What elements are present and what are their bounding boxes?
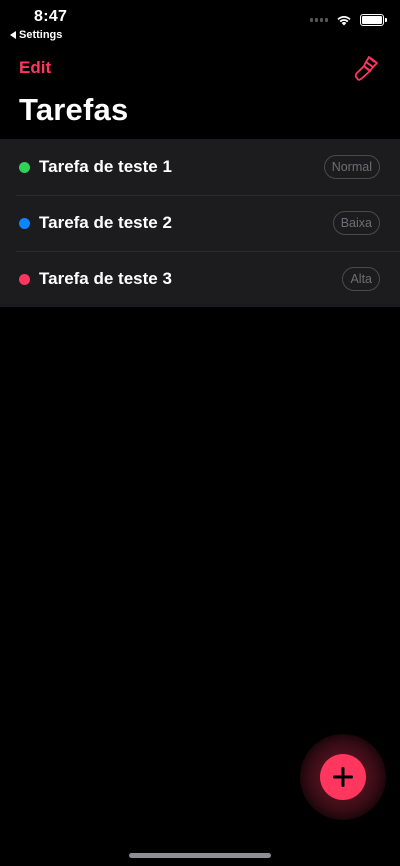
task-row[interactable]: Tarefa de teste 1 Normal <box>0 139 400 195</box>
plus-icon <box>333 767 353 787</box>
screen: 8:47 Settings Edit Tarefas Tarefa de tes… <box>0 0 400 866</box>
back-triangle-icon <box>10 31 16 39</box>
task-color-dot <box>19 273 30 285</box>
priority-badge: Normal <box>323 155 380 179</box>
edit-button[interactable]: Edit <box>19 58 51 78</box>
back-to-settings-link[interactable]: Settings <box>10 29 62 41</box>
priority-badge: Alta <box>342 267 380 291</box>
paintbrush-button[interactable] <box>354 54 380 82</box>
task-row[interactable]: Tarefa de teste 2 Baixa <box>0 195 400 251</box>
battery-icon <box>360 14 387 26</box>
status-bar: 8:47 Settings <box>0 0 400 44</box>
priority-badge: Baixa <box>332 211 380 235</box>
add-task-button[interactable] <box>320 754 366 800</box>
page-title: Tarefas <box>19 92 129 127</box>
task-title: Tarefa de teste 1 <box>39 157 172 176</box>
status-time: 8:47 <box>34 8 68 25</box>
task-list: Tarefa de teste 1 Normal Tarefa de teste… <box>0 139 400 307</box>
task-color-dot <box>19 217 30 229</box>
cellular-signal-icon <box>310 18 328 22</box>
paintbrush-icon <box>354 56 378 81</box>
back-label: Settings <box>19 29 63 41</box>
task-title: Tarefa de teste 3 <box>39 269 172 288</box>
status-icons <box>310 14 387 26</box>
home-indicator[interactable] <box>129 853 271 858</box>
task-color-dot <box>19 161 30 173</box>
wifi-icon <box>337 16 351 26</box>
task-title: Tarefa de teste 2 <box>39 213 172 232</box>
task-row[interactable]: Tarefa de teste 3 Alta <box>0 251 400 307</box>
